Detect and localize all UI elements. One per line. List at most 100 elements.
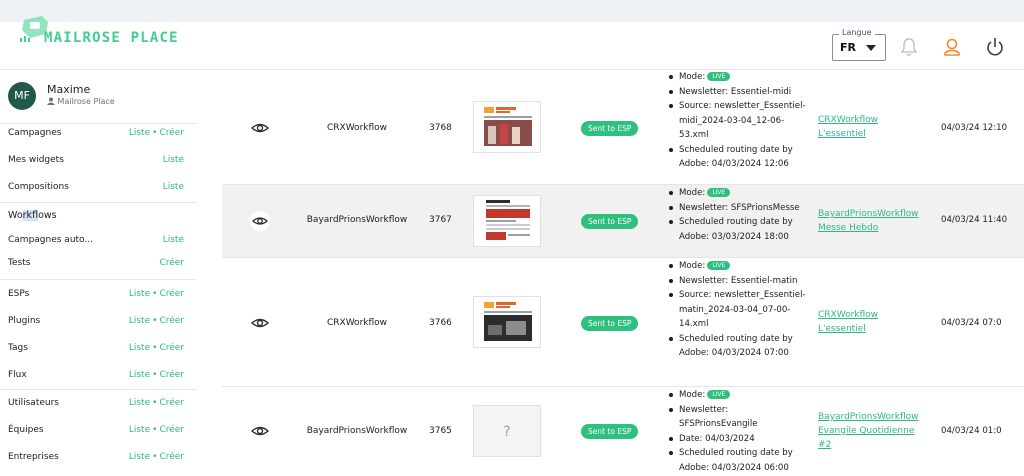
sidebar-item-workflows[interactable]: Workflows (0, 203, 196, 230)
campaign-details: Mode: LIVE Newsletter: SFSPrionsEvangile … (668, 388, 808, 475)
workflow-link[interactable]: CRXWorkflow (818, 308, 928, 322)
link-creer-equipes[interactable]: Créer (159, 425, 184, 435)
table-row: CRXWorkflow 3766 Sent to ESP Mode: LIVE N… (222, 258, 1024, 387)
workflow-link[interactable]: BayardPrionsWorkflow (818, 410, 928, 424)
newsletter-thumbnail[interactable] (473, 296, 541, 348)
newsletter-link[interactable]: L'essentiel (818, 322, 928, 336)
workflow-links: BayardPrionsWorkflow Evangile Quotidienn… (818, 410, 928, 452)
sidebar-item-plugins[interactable]: Plugins Liste • Créer (0, 309, 196, 336)
sidebar-item-tests[interactable]: Tests Créer (0, 251, 196, 278)
campaign-id: 3766 (429, 318, 452, 328)
live-badge: LIVE (707, 72, 731, 81)
link-liste-esps[interactable]: Liste (129, 289, 150, 299)
power-icon[interactable] (984, 36, 1006, 58)
user-org-label: Mailrose Place (57, 97, 115, 106)
sidebar-item-tags[interactable]: Tags Liste • Créer (0, 336, 196, 363)
detail-mode-label: Mode: (679, 72, 706, 82)
detail-routing: Scheduled routing date by Adobe: 04/03/2… (668, 143, 808, 172)
language-label: Langue (839, 28, 875, 37)
detail-mode: Mode: LIVE (668, 259, 808, 274)
link-creer-plugins[interactable]: Créer (159, 316, 184, 326)
sidebar-item-entreprises[interactable]: Entreprises Liste • Créer (0, 445, 196, 472)
link-creer-entreprises[interactable]: Créer (159, 452, 184, 462)
detail-mode: Mode: LIVE (668, 70, 808, 85)
sidebar-item-utilisateurs[interactable]: Utilisateurs Liste • Créer (0, 391, 196, 418)
eye-button[interactable] (250, 211, 270, 231)
logo-text: MAILROSE PLACE (44, 30, 179, 46)
live-badge: LIVE (707, 188, 731, 197)
workflow-name: CRXWorkflow (326, 123, 388, 133)
eye-icon[interactable] (250, 313, 270, 333)
user-profile-icon[interactable] (941, 36, 963, 58)
language-select[interactable]: Langue FR (832, 28, 886, 61)
workflow-link[interactable]: CRXWorkflow (818, 113, 928, 127)
link-liste-flux[interactable]: Liste (129, 370, 150, 380)
newsletter-thumbnail[interactable] (473, 195, 541, 247)
sidebar-item-widgets[interactable]: Mes widgets Liste (0, 148, 196, 175)
newsletter-link[interactable]: L'essentiel (818, 127, 928, 141)
logo[interactable]: MAILROSE PLACE (14, 14, 178, 66)
sidebar-item-equipes[interactable]: Équipes Liste • Créer (0, 418, 196, 445)
sidebar-item-compositions[interactable]: Compositions Liste (0, 175, 196, 202)
eye-icon[interactable] (250, 118, 270, 138)
link-creer-utilisateurs[interactable]: Créer (159, 398, 184, 408)
workflow-link[interactable]: BayardPrionsWorkflow (818, 207, 928, 221)
link-creer-flux[interactable]: Créer (159, 370, 184, 380)
sidebar-item-label: Mes widgets (8, 155, 64, 165)
workflow-name: BayardPrionsWorkflow (306, 426, 408, 436)
eye-icon (252, 217, 268, 225)
newsletter-thumbnail-placeholder[interactable]: ? (473, 405, 541, 457)
sidebar-item-esps[interactable]: ESPs Liste • Créer (0, 282, 196, 309)
link-liste-tags[interactable]: Liste (129, 343, 150, 353)
sidebar-item-campagnes[interactable]: Campagnes Liste • Créer (0, 121, 196, 148)
detail-routing: Scheduled routing date by Adobe: 03/03/2… (668, 215, 808, 244)
newsletter-thumbnail[interactable] (473, 101, 541, 153)
language-value: FR (840, 41, 856, 54)
detail-mode-label: Mode: (679, 261, 706, 271)
sidebar-item-label: Flux (8, 370, 27, 380)
sidebar-item-label: Tests (8, 258, 31, 268)
status-badge: Sent to ESP (581, 424, 639, 439)
newsletter-preview-image (482, 300, 534, 346)
link-creer-esps[interactable]: Créer (159, 289, 184, 299)
divider (0, 389, 196, 390)
link-liste-equipes[interactable]: Liste (129, 425, 150, 435)
workflow-links: CRXWorkflow L'essentiel (818, 113, 928, 141)
link-liste-campagnes[interactable]: Liste (129, 128, 150, 138)
link-liste-widgets[interactable]: Liste (163, 155, 184, 165)
detail-newsletter: Newsletter: Essentiel-matin (668, 274, 808, 289)
detail-mode-label: Mode: (679, 188, 706, 198)
workflows-label: Workflows (8, 210, 57, 221)
dot-separator: • (152, 289, 158, 299)
link-liste-compositions[interactable]: Liste (163, 182, 184, 192)
detail-source: Source: newsletter_Essentiel-matin_2024-… (668, 288, 808, 332)
sidebar-item-label: Utilisateurs (8, 398, 59, 408)
user-org: Mailrose Place (47, 97, 115, 106)
workflow-links: BayardPrionsWorkflow Messe Hebdo (818, 207, 928, 235)
user-name: Maxime (47, 83, 91, 96)
link-liste-plugins[interactable]: Liste (129, 316, 150, 326)
bell-icon[interactable] (898, 36, 920, 58)
chevron-down-icon (866, 45, 876, 51)
status-badge: Sent to ESP (581, 121, 639, 136)
link-creer-campagnes[interactable]: Créer (159, 128, 184, 138)
link-liste-campagnes-auto[interactable]: Liste (163, 235, 184, 245)
link-liste-utilisateurs[interactable]: Liste (129, 398, 150, 408)
campaign-id: 3768 (429, 123, 452, 133)
status-badge: Sent to ESP (581, 214, 639, 229)
sidebar-item-label: Entreprises (8, 452, 59, 462)
avatar[interactable]: MF (8, 82, 36, 110)
detail-source: Source: newsletter_Essentiel-midi_2024-0… (668, 99, 808, 143)
link-creer-tests[interactable]: Créer (159, 258, 184, 268)
eye-icon[interactable] (250, 421, 270, 441)
sidebar-item-flux[interactable]: Flux Liste • Créer (0, 363, 196, 390)
live-badge: LIVE (707, 390, 731, 399)
newsletter-link[interactable]: Evangile Quotidienne #2 (818, 424, 928, 452)
link-liste-entreprises[interactable]: Liste (129, 452, 150, 462)
campaign-details: Mode: LIVE Newsletter: Essentiel-midi Sou… (668, 70, 808, 172)
dot-separator: • (152, 425, 158, 435)
link-creer-tags[interactable]: Créer (159, 343, 184, 353)
detail-newsletter: Newsletter: Essentiel-midi (668, 85, 808, 100)
detail-newsletter: Newsletter: SFSPrionsMesse (668, 201, 808, 216)
newsletter-link[interactable]: Messe Hebdo (818, 221, 928, 235)
